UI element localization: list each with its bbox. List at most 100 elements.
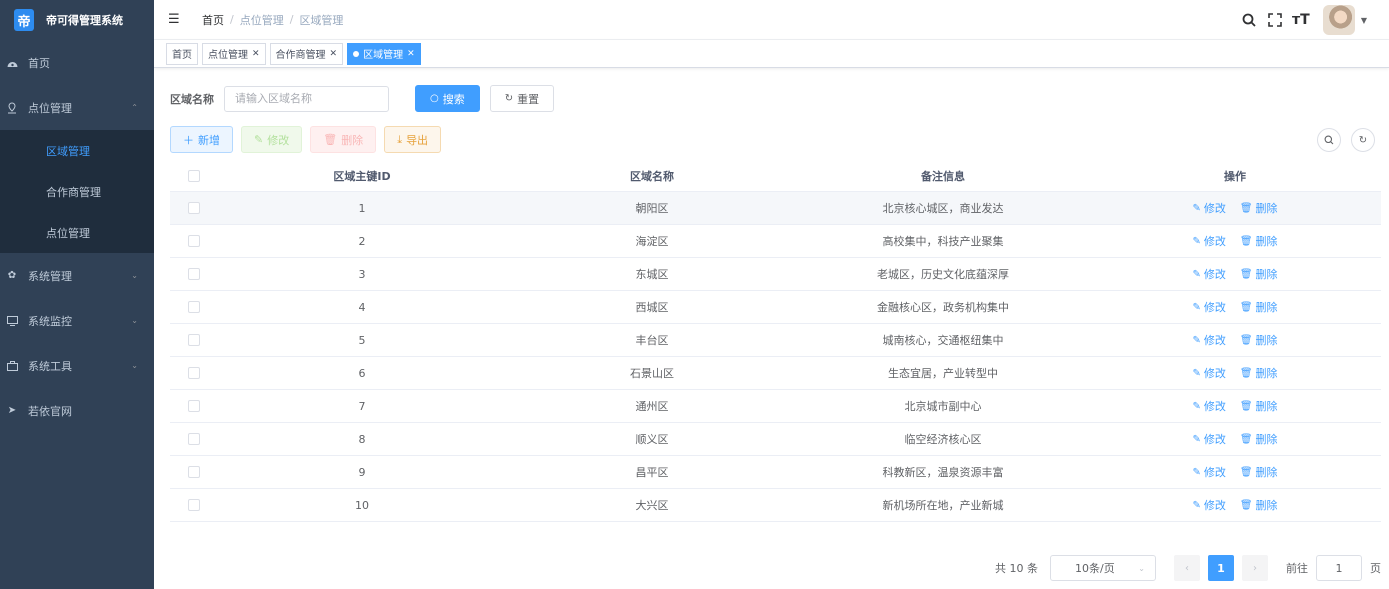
row-checkbox[interactable] <box>187 433 200 445</box>
sidebar-item-website[interactable]: ➤ 若依官网 <box>0 388 154 433</box>
avatar[interactable] <box>1322 5 1355 35</box>
table-row[interactable]: 4 西城区 金融核心区，政务机构集中 ✎ 修改 🗑 删除 <box>170 291 1381 324</box>
breadcrumb-home[interactable]: 首页 <box>202 12 224 28</box>
chevron-down-icon: ⌄ <box>131 361 138 370</box>
font-size-icon[interactable]: тT <box>1291 10 1311 30</box>
close-icon[interactable]: ✕ <box>252 49 260 59</box>
row-checkbox[interactable] <box>187 334 200 346</box>
sidebar-item-monitor[interactable]: 系统监控 ⌄ <box>0 298 154 343</box>
row-delete-button[interactable]: 🗑 删除 <box>1240 332 1278 348</box>
sidebar-item-tools[interactable]: 系统工具 ⌄ <box>0 343 154 388</box>
row-delete-button[interactable]: 🗑 删除 <box>1240 365 1278 381</box>
row-delete-button[interactable]: 🗑 删除 <box>1240 266 1278 282</box>
sidebar-item-region[interactable]: 区域管理 <box>0 130 154 171</box>
search-button[interactable]: ○ 搜索 <box>415 85 480 112</box>
row-edit-button[interactable]: ✎ 修改 <box>1192 299 1225 315</box>
row-delete-button[interactable]: 🗑 删除 <box>1240 299 1278 315</box>
tag-location[interactable]: 点位管理 ✕ <box>202 42 266 65</box>
row-edit-button[interactable]: ✎ 修改 <box>1192 431 1225 447</box>
tag-label: 合作商管理 <box>275 50 326 61</box>
reset-button[interactable]: ↻ 重置 <box>489 85 555 112</box>
sidebar-item-location[interactable]: 点位管理 ⌃ <box>0 85 154 130</box>
table-row[interactable]: 3 东城区 老城区，历史文化底蕴深厚 ✎ 修改 🗑 删除 <box>170 258 1381 291</box>
row-checkbox[interactable] <box>187 400 200 412</box>
sidebar-item-node[interactable]: 点位管理 <box>0 212 154 253</box>
row-delete-label: 删除 <box>1255 235 1278 248</box>
cell-ops: ✎ 修改 🗑 删除 <box>1089 497 1381 513</box>
close-icon[interactable]: ✕ <box>407 49 415 59</box>
row-edit-button[interactable]: ✎ 修改 <box>1192 365 1225 381</box>
export-button[interactable]: ⤓ 导出 <box>384 126 442 153</box>
sidebar-item-partner[interactable]: 合作商管理 <box>0 171 154 212</box>
cell-id: 6 <box>358 366 366 380</box>
cell-id: 9 <box>358 465 366 479</box>
page-size-select[interactable]: 10条/页 ⌄ <box>1050 555 1156 581</box>
tag-label: 点位管理 <box>208 50 248 61</box>
row-delete-button[interactable]: 🗑 删除 <box>1240 233 1278 249</box>
table-row[interactable]: 2 海淀区 高校集中，科技产业聚集 ✎ 修改 🗑 删除 <box>170 225 1381 258</box>
goto-page-input[interactable] <box>1316 555 1362 581</box>
toggle-search-button[interactable] <box>1317 128 1341 152</box>
row-checkbox[interactable] <box>187 202 200 214</box>
download-icon: ⤓ <box>397 132 403 146</box>
active-dot-icon <box>353 50 360 57</box>
refresh-button[interactable]: ↻ <box>1351 128 1375 152</box>
tag-partner[interactable]: 合作商管理 ✕ <box>269 42 344 65</box>
table-row[interactable]: 7 通州区 北京城市副中心 ✎ 修改 🗑 删除 <box>170 390 1381 423</box>
search-label: 区域名称 <box>170 92 214 106</box>
breadcrumb-separator: / <box>230 13 234 26</box>
cell-name: 朝阳区 <box>635 202 669 215</box>
delete-button[interactable]: 🗑 删除 <box>310 126 377 153</box>
row-checkbox[interactable] <box>187 268 200 280</box>
delete-button-label: 删除 <box>341 133 364 147</box>
row-checkbox[interactable] <box>187 235 200 247</box>
row-delete-button[interactable]: 🗑 删除 <box>1240 464 1278 480</box>
row-checkbox[interactable] <box>187 367 200 379</box>
row-edit-button[interactable]: ✎ 修改 <box>1192 464 1225 480</box>
search-icon[interactable] <box>1239 10 1259 30</box>
table-row[interactable]: 9 昌平区 科教新区，温泉资源丰富 ✎ 修改 🗑 删除 <box>170 456 1381 489</box>
table-row[interactable]: 1 朝阳区 北京核心城区，商业发达 ✎ 修改 🗑 删除 <box>170 192 1381 225</box>
tag-region[interactable]: 区域管理 ✕ <box>347 42 421 65</box>
caret-down-icon[interactable]: ▼ <box>1361 16 1367 25</box>
row-delete-button[interactable]: 🗑 删除 <box>1240 497 1278 513</box>
prev-page-button[interactable]: ‹ <box>1174 555 1200 581</box>
sidebar-item-home[interactable]: 首页 <box>0 40 154 85</box>
trash-icon: 🗑 <box>1239 235 1253 247</box>
edit-button[interactable]: ✎ 修改 <box>241 126 303 153</box>
row-checkbox[interactable] <box>187 301 200 313</box>
trash-icon: 🗑 <box>1239 499 1253 511</box>
fullscreen-icon[interactable] <box>1265 10 1285 30</box>
close-icon[interactable]: ✕ <box>330 49 338 59</box>
row-edit-button[interactable]: ✎ 修改 <box>1192 233 1225 249</box>
trash-icon: 🗑 <box>323 133 338 146</box>
brand[interactable]: 帝 帝可得管理系统 <box>0 0 154 40</box>
cell-id: 2 <box>358 234 366 248</box>
row-edit-button[interactable]: ✎ 修改 <box>1192 398 1225 414</box>
tag-home[interactable]: 首页 <box>166 42 198 65</box>
row-delete-button[interactable]: 🗑 删除 <box>1240 200 1278 216</box>
table-row[interactable]: 10 大兴区 新机场所在地，产业新城 ✎ 修改 🗑 删除 <box>170 489 1381 522</box>
next-page-button[interactable]: › <box>1242 555 1268 581</box>
row-delete-button[interactable]: 🗑 删除 <box>1240 431 1278 447</box>
table-row[interactable]: 8 顺义区 临空经济核心区 ✎ 修改 🗑 删除 <box>170 423 1381 456</box>
sidebar-item-system[interactable]: ✿ 系统管理 ⌄ <box>0 253 154 298</box>
row-edit-button[interactable]: ✎ 修改 <box>1192 200 1225 216</box>
row-checkbox[interactable] <box>187 466 200 478</box>
page-number-current[interactable]: 1 <box>1208 555 1234 581</box>
row-edit-button[interactable]: ✎ 修改 <box>1192 266 1225 282</box>
add-button[interactable]: ＋ 新增 <box>170 126 233 153</box>
row-edit-label: 修改 <box>1203 268 1226 281</box>
row-edit-button[interactable]: ✎ 修改 <box>1192 497 1225 513</box>
row-delete-button[interactable]: 🗑 删除 <box>1240 398 1278 414</box>
row-checkbox[interactable] <box>187 499 200 511</box>
row-edit-button[interactable]: ✎ 修改 <box>1192 332 1225 348</box>
table-row[interactable]: 5 丰台区 城南核心，交通枢纽集中 ✎ 修改 🗑 删除 <box>170 324 1381 357</box>
row-delete-label: 删除 <box>1255 400 1278 413</box>
region-name-input[interactable] <box>224 85 389 112</box>
hamburger-icon[interactable]: ☰ <box>168 12 182 27</box>
refresh-icon: ↻ <box>504 93 514 104</box>
cell-remark: 北京核心城区，商业发达 <box>882 202 1004 215</box>
select-all-checkbox[interactable] <box>187 170 200 182</box>
table-row[interactable]: 6 石景山区 生态宜居，产业转型中 ✎ 修改 🗑 删除 <box>170 357 1381 390</box>
